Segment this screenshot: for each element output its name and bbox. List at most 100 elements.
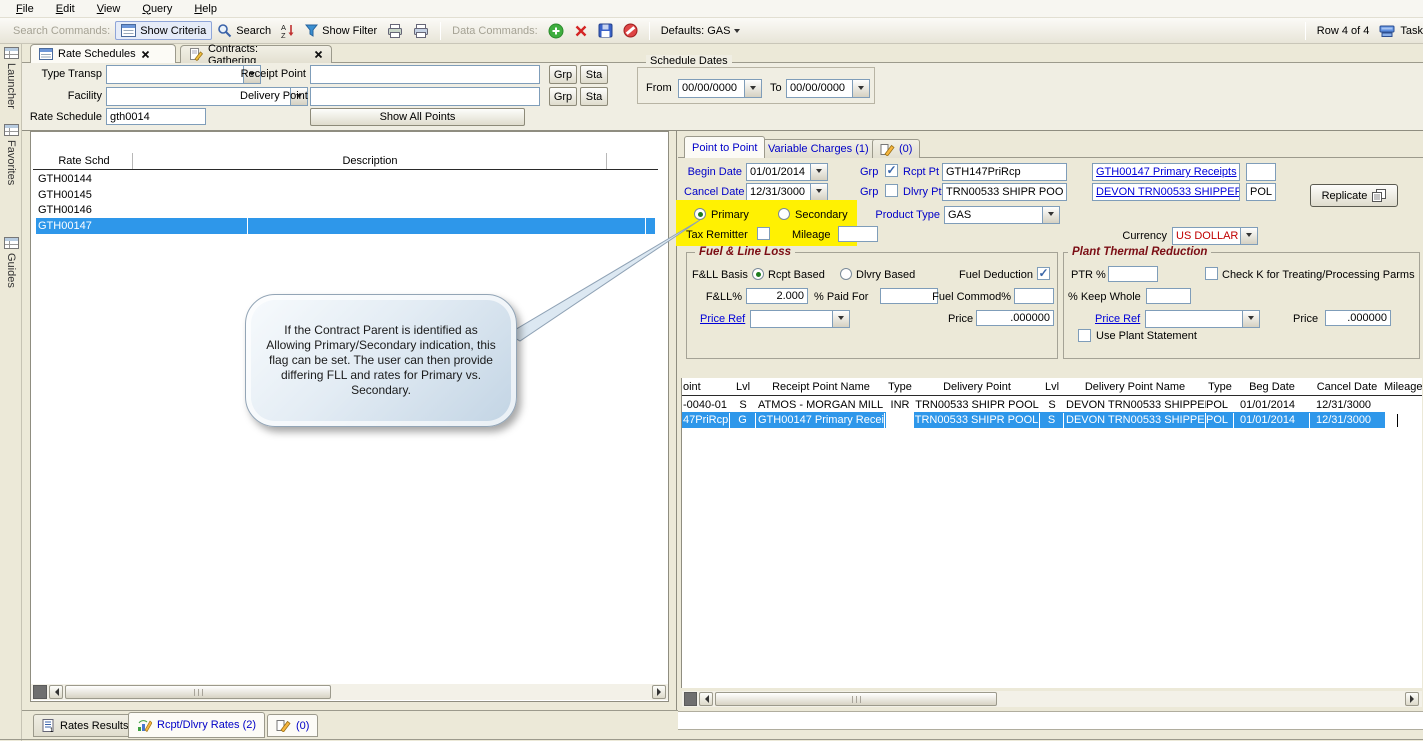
- cancel-changes-button[interactable]: [618, 21, 643, 40]
- table-row[interactable]: GTH00145: [36, 187, 655, 203]
- show-filter-button[interactable]: Show Filter: [300, 22, 382, 39]
- scroll-right-button[interactable]: [652, 685, 666, 699]
- chevron-down-icon[interactable]: [1242, 311, 1259, 327]
- menu-help[interactable]: Help: [184, 2, 227, 16]
- dlvry-point-link[interactable]: DEVON TRN00533 SHIPPER P...: [1096, 186, 1240, 198]
- col-header-mileage[interactable]: Mileage: [1384, 379, 1422, 395]
- fuel-price-ref-select[interactable]: [750, 310, 850, 328]
- mileage-input[interactable]: [838, 226, 878, 242]
- scroll-right-button[interactable]: [1405, 692, 1419, 706]
- rcpt-pt-input[interactable]: [942, 163, 1067, 181]
- check-k-checkbox[interactable]: [1205, 267, 1218, 280]
- fuel-price-input[interactable]: [976, 310, 1054, 326]
- dlvry-pt-input[interactable]: [942, 183, 1067, 201]
- col-header-receipt-point-name[interactable]: Receipt Point Name: [756, 379, 886, 395]
- plant-price-input[interactable]: [1325, 310, 1391, 326]
- menu-edit[interactable]: Edit: [46, 2, 85, 16]
- col-header-rate-schd[interactable]: Rate Schd: [36, 153, 133, 169]
- col-header-type[interactable]: Type: [886, 379, 914, 395]
- save-button[interactable]: [593, 21, 618, 40]
- tab-notes[interactable]: (0): [872, 139, 920, 158]
- chevron-down-icon[interactable]: [832, 311, 849, 327]
- show-criteria-button[interactable]: Show Criteria: [115, 21, 212, 40]
- plant-price-ref-link[interactable]: Price Ref: [1095, 313, 1140, 326]
- plant-price-ref-select[interactable]: [1145, 310, 1260, 328]
- h-scrollbar-thumb[interactable]: [65, 685, 331, 699]
- tab-contracts-gathering[interactable]: Contracts: Gathering: [180, 45, 332, 63]
- menu-query[interactable]: Query: [132, 2, 182, 16]
- col-header-delivery-point[interactable]: Delivery Point: [914, 379, 1040, 395]
- product-type-select[interactable]: GAS: [944, 206, 1060, 224]
- defaults-dropdown[interactable]: Defaults: GAS: [656, 23, 746, 39]
- use-plant-statement-checkbox[interactable]: [1078, 329, 1091, 342]
- chevron-down-icon[interactable]: [744, 80, 761, 97]
- col-header-lvl2[interactable]: Lvl: [1040, 379, 1064, 395]
- chevron-down-icon[interactable]: [1240, 228, 1257, 244]
- col-header-delivery-point-name[interactable]: Delivery Point Name: [1064, 379, 1206, 395]
- ptr-pct-input[interactable]: [1108, 266, 1158, 282]
- rcpt-point-link[interactable]: GTH00147 Primary Receipts: [1096, 166, 1237, 178]
- tab-rate-schedules[interactable]: Rate Schedules: [30, 44, 176, 63]
- grp-dlvry-checkbox[interactable]: [885, 184, 898, 197]
- col-header-type2[interactable]: Type: [1206, 379, 1234, 395]
- grp-rcpt-checkbox[interactable]: ✓: [885, 164, 898, 177]
- scroll-left-button[interactable]: [49, 685, 63, 699]
- scroll-left-button[interactable]: [699, 692, 713, 706]
- tab-rates-results[interactable]: 1 Rates Results: [33, 714, 137, 737]
- close-icon[interactable]: [314, 50, 323, 59]
- sidebar-item-guides[interactable]: Guides: [0, 237, 22, 288]
- rcpt-based-radio[interactable]: [752, 268, 764, 280]
- search-button[interactable]: Search: [212, 21, 276, 40]
- tab-notes-bottom[interactable]: (0): [267, 714, 318, 737]
- delivery-sta-button[interactable]: Sta: [580, 87, 608, 106]
- schedule-from-select[interactable]: 00/00/0000: [678, 79, 762, 98]
- receipt-grp-button[interactable]: Grp: [549, 65, 577, 84]
- h-scrollbar-thumb[interactable]: [715, 692, 997, 706]
- delivery-grp-button[interactable]: Grp: [549, 87, 577, 106]
- print-button[interactable]: [382, 22, 408, 40]
- col-header-description[interactable]: Description: [134, 153, 607, 169]
- type-transp-select[interactable]: [106, 65, 261, 84]
- print-preview-button[interactable]: [408, 22, 434, 40]
- rate-schedule-input[interactable]: [106, 108, 206, 125]
- currency-select[interactable]: US DOLLAR: [1172, 227, 1258, 245]
- close-icon[interactable]: [141, 50, 150, 59]
- chevron-down-icon[interactable]: [810, 184, 827, 200]
- col-header-receipt-point[interactable]: oint: [683, 379, 729, 395]
- menu-view[interactable]: View: [87, 2, 131, 16]
- show-all-points-button[interactable]: Show All Points: [310, 108, 525, 126]
- keep-whole-input[interactable]: [1146, 288, 1191, 304]
- col-header-cancel-date[interactable]: Cancel Date: [1310, 379, 1384, 395]
- tab-variable-charges[interactable]: Variable Charges (1): [760, 139, 877, 158]
- col-header-beg-date[interactable]: Beg Date: [1234, 379, 1310, 395]
- tab-rcpt-dlvry-rates[interactable]: Rcpt/Dlvry Rates (2): [128, 712, 265, 738]
- cell-edit[interactable]: [886, 412, 914, 428]
- tab-point-to-point[interactable]: Point to Point: [684, 136, 765, 158]
- menu-file[interactable]: File: [6, 2, 44, 16]
- delivery-point-input[interactable]: [310, 87, 540, 106]
- tax-remitter-checkbox[interactable]: [757, 227, 770, 240]
- chevron-down-icon[interactable]: [852, 80, 869, 97]
- replicate-button[interactable]: Replicate: [1310, 184, 1398, 207]
- chevron-down-icon[interactable]: [810, 164, 827, 180]
- col-header-lvl[interactable]: Lvl: [730, 379, 756, 395]
- fuel-deduction-checkbox[interactable]: ✓: [1037, 267, 1050, 280]
- dlvry-based-radio[interactable]: [840, 268, 852, 280]
- fuel-commod-input[interactable]: [1014, 288, 1054, 304]
- cancel-date-select[interactable]: 12/31/3000: [746, 183, 828, 201]
- delete-row-button[interactable]: [569, 22, 593, 40]
- sort-button[interactable]: AZ: [276, 21, 300, 40]
- cell-edit-mileage[interactable]: [1385, 412, 1422, 428]
- schedule-to-select[interactable]: 00/00/0000: [786, 79, 870, 98]
- sidebar-item-launcher[interactable]: Launcher: [0, 47, 22, 109]
- secondary-radio[interactable]: [778, 208, 790, 220]
- task-button[interactable]: Task: [1374, 22, 1423, 40]
- receipt-point-input[interactable]: [310, 65, 540, 84]
- receipt-sta-button[interactable]: Sta: [580, 65, 608, 84]
- sidebar-item-favorites[interactable]: Favorites: [0, 124, 22, 185]
- chevron-down-icon[interactable]: [1042, 207, 1059, 223]
- add-row-button[interactable]: [543, 21, 569, 41]
- fll-pct-input[interactable]: [746, 288, 808, 304]
- table-row[interactable]: GTH00144: [36, 171, 655, 187]
- begin-date-select[interactable]: 01/01/2014: [746, 163, 828, 181]
